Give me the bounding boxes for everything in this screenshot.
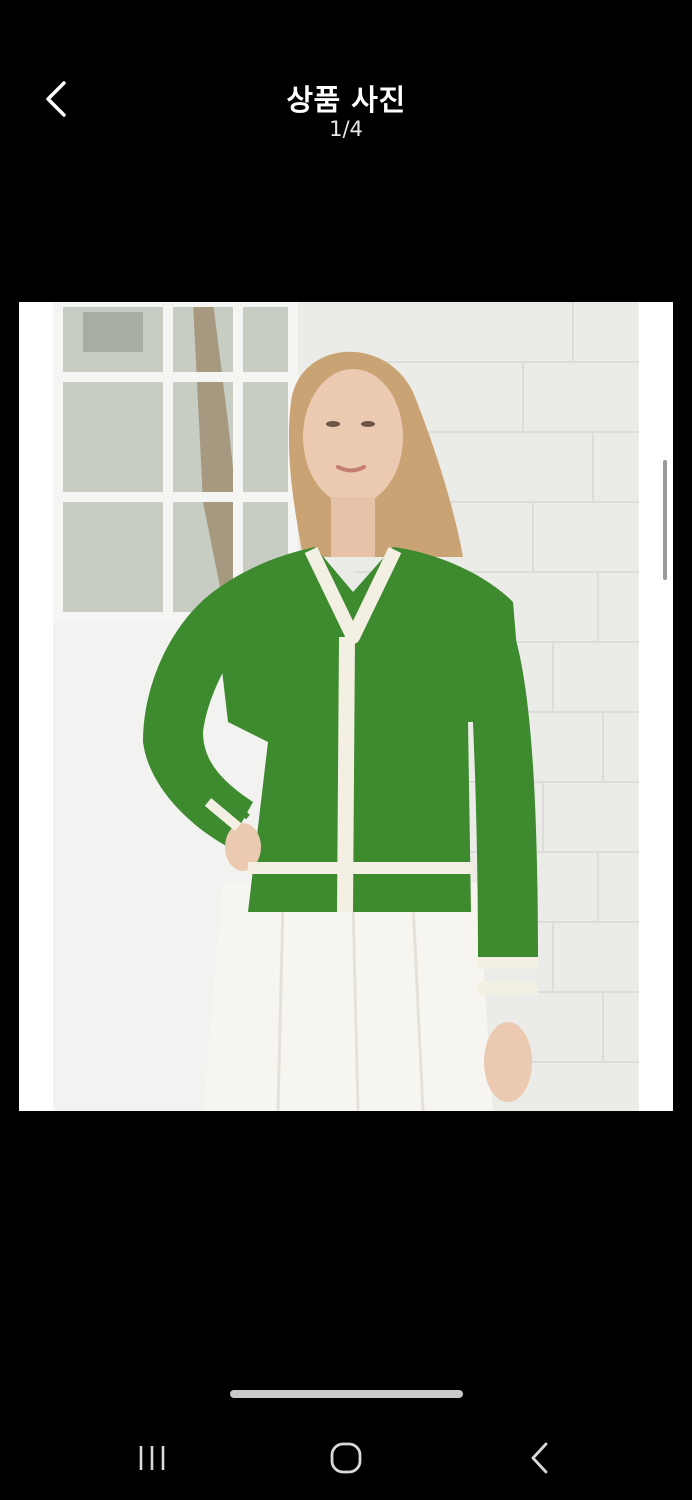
page-title: 상품 사진 bbox=[286, 83, 406, 117]
product-image bbox=[53, 302, 639, 1111]
product-photo bbox=[53, 302, 639, 1111]
back-arrow-icon bbox=[531, 1442, 548, 1474]
photo-counter: 1/4 bbox=[329, 117, 363, 141]
photo-viewer[interactable] bbox=[19, 302, 673, 1111]
system-back-button[interactable] bbox=[510, 1434, 570, 1482]
recent-apps-button[interactable] bbox=[122, 1434, 182, 1482]
recent-apps-icon bbox=[139, 1446, 165, 1470]
home-icon bbox=[330, 1442, 362, 1474]
home-button[interactable] bbox=[316, 1434, 376, 1482]
top-bar: 상품 사진 1/4 bbox=[0, 0, 692, 160]
gesture-bar[interactable] bbox=[230, 1390, 463, 1398]
scrollbar-thumb[interactable] bbox=[663, 460, 667, 580]
system-nav-bar bbox=[0, 1420, 692, 1500]
